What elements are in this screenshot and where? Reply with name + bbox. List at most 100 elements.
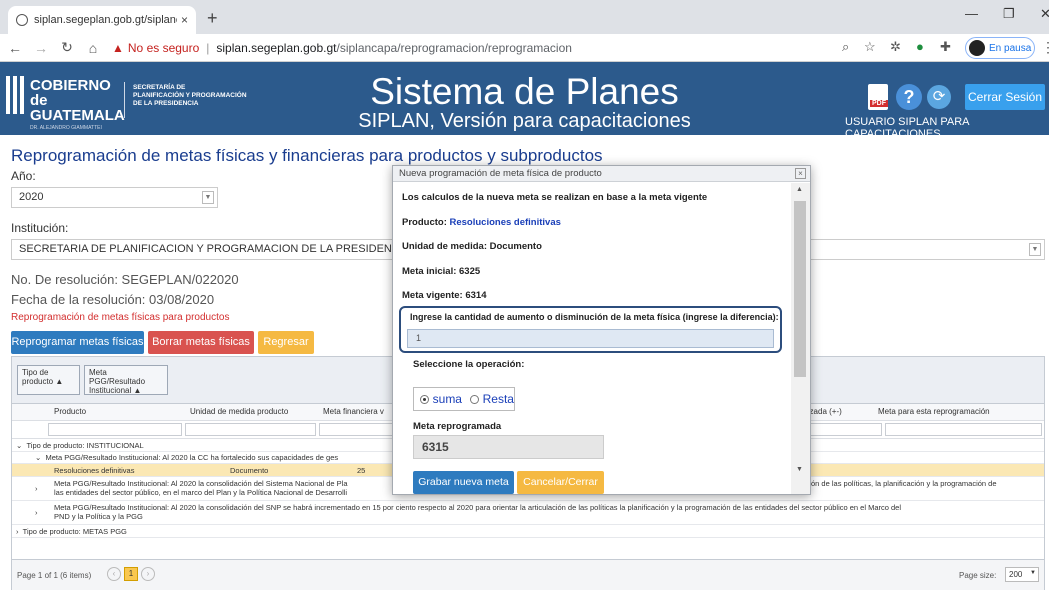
cell-unidad: Documento	[230, 466, 269, 475]
reload-icon[interactable]: ↻	[56, 39, 78, 56]
zoom-icon[interactable]: ⌕	[842, 39, 849, 55]
restore-icon[interactable]: ❐	[1003, 6, 1015, 22]
expand-icon[interactable]: ›	[16, 527, 19, 536]
dialog-title: Nueva programación de meta física de pro…	[399, 168, 602, 179]
scroll-down-icon[interactable]: ▼	[796, 466, 803, 473]
cell-producto: Resoluciones definitivas	[54, 466, 135, 475]
group-chip-tipo[interactable]: Tipo de producto ▲	[17, 365, 80, 395]
window-close-icon[interactable]: ✕	[1040, 6, 1049, 22]
dialog-body: Los calculos de la nueva meta se realiza…	[393, 183, 791, 494]
pdf-icon[interactable]: PDF	[868, 84, 888, 110]
group-row-meta-3[interactable]: › Meta PGG/Resultado Institucional: Al 2…	[12, 501, 1044, 525]
dialog-close-icon[interactable]: ×	[795, 168, 806, 179]
pager-text: Page 1 of 1 (6 items)	[17, 571, 92, 580]
scroll-thumb[interactable]	[794, 201, 806, 377]
browser-toolbar: ← → ↻ ⌂ ▲ No es seguro | siplan.segeplan.…	[0, 34, 1049, 62]
refresh-icon[interactable]: ⟳	[927, 85, 951, 109]
url-text: siplan.segeplan.gob.gt/siplancapa/reprog…	[216, 41, 572, 55]
unit-line: Unidad de medida: Documento	[402, 241, 542, 252]
page-title: Reprogramación de metas físicas y financ…	[11, 146, 603, 165]
col-meta-financiera[interactable]: Meta financiera v	[323, 407, 384, 416]
delete-goals-button[interactable]: Borrar metas físicas	[148, 331, 254, 354]
initial-goal: Meta inicial: 6325	[402, 266, 481, 277]
logout-button[interactable]: Cerrar Sesión	[965, 84, 1045, 110]
group-label: Tipo de producto: METAS PGG	[22, 527, 127, 536]
filter-producto[interactable]	[48, 423, 182, 436]
shield-extension-icon[interactable]: ●	[916, 39, 924, 54]
profile-status: En pausa	[989, 42, 1032, 54]
back-button[interactable]: Regresar	[258, 331, 314, 354]
home-icon[interactable]: ⌂	[82, 40, 104, 56]
next-page-icon[interactable]: ›	[141, 567, 155, 581]
filter-meta-reprogramacion[interactable]	[885, 423, 1042, 436]
resolution-date: Fecha de la resolución: 03/08/2020	[11, 292, 215, 307]
scroll-up-icon[interactable]: ▲	[796, 186, 803, 193]
cancel-close-button[interactable]: Cancelar/Cerrar	[517, 471, 604, 494]
forward-icon[interactable]: →	[30, 40, 52, 56]
radio-resta-label[interactable]: Resta	[483, 392, 514, 406]
page-size-label: Page size:	[959, 571, 997, 580]
reprogram-goals-button[interactable]: Reprogramar metas físicas	[11, 331, 144, 354]
help-icon[interactable]: ?	[896, 84, 922, 110]
calc-note: Los calculos de la nueva meta se realiza…	[402, 192, 708, 203]
url-path: /siplancapa/reprogramacion/reprogramacio…	[336, 41, 572, 55]
new-tab-button[interactable]: +	[207, 8, 218, 29]
new-goal-dialog: Nueva programación de meta física de pro…	[392, 165, 811, 495]
difference-input[interactable]: 1	[407, 329, 774, 348]
difference-input-group: Ingrese la cantidad de aumento o disminu…	[399, 306, 782, 353]
bookmark-star-icon[interactable]: ☆	[864, 39, 876, 55]
col-producto[interactable]: Producto	[54, 407, 86, 416]
group-label: Tipo de producto: INSTITUCIONAL	[26, 441, 144, 450]
security-warning-text: No es seguro	[127, 41, 200, 55]
avatar	[969, 40, 985, 56]
group-label-cont: las entidades del sector público, en el …	[54, 488, 348, 497]
collapse-icon[interactable]: ⌄	[35, 453, 41, 462]
profile-pause-button[interactable]: En pausa	[965, 37, 1035, 59]
filter-realizada[interactable]	[802, 423, 882, 436]
prev-page-icon[interactable]: ‹	[107, 567, 121, 581]
page-size-select[interactable]: 200 ▼	[1005, 567, 1039, 582]
resolution-number: No. De resolución: SEGEPLAN/022020	[11, 272, 239, 287]
save-goal-button[interactable]: Grabar nueva meta	[413, 471, 514, 494]
page-size-value: 200	[1009, 570, 1023, 579]
filter-unidad[interactable]	[185, 423, 316, 436]
col-realizada[interactable]: lizada (+-)	[806, 407, 842, 416]
security-warning[interactable]: ▲ No es seguro	[112, 41, 199, 55]
institution-label: Institución:	[11, 221, 69, 235]
extension-gear-icon[interactable]: ✲	[890, 39, 901, 55]
user-label: USUARIO SIPLAN PARA CAPACITACIONES	[845, 116, 969, 140]
group-chip-meta[interactable]: Meta PGG/Resultado Institucional ▲	[84, 365, 168, 395]
expand-icon[interactable]: ›	[35, 508, 38, 517]
current-page[interactable]: 1	[124, 567, 138, 581]
dialog-scrollbar[interactable]: ▲ ▼	[791, 183, 810, 494]
result-label: Meta reprogramada	[413, 421, 502, 432]
expand-icon[interactable]: ›	[35, 484, 38, 493]
dialog-titlebar: Nueva programación de meta física de pro…	[393, 166, 810, 182]
radio-suma-label[interactable]: suma	[433, 392, 462, 406]
year-value: 2020	[19, 191, 44, 203]
col-meta-reprogramacion[interactable]: Meta para esta reprogramación	[878, 407, 990, 416]
reprogramming-link[interactable]: Reprogramación de metas físicas para pro…	[11, 312, 229, 323]
product-line: Producto: Resoluciones definitivas	[402, 217, 561, 228]
chevron-down-icon: ▼	[202, 191, 214, 204]
radio-suma[interactable]	[420, 394, 429, 404]
warning-icon: ▲	[112, 41, 124, 55]
menu-icon[interactable]: ⋮	[1041, 39, 1049, 56]
collapse-icon[interactable]: ⌄	[16, 441, 22, 450]
site-icon	[16, 14, 28, 26]
product-label: Producto:	[402, 217, 447, 228]
browser-tab[interactable]: siplan.segeplan.gob.gt/siplancapa ×	[8, 6, 196, 34]
minimize-icon[interactable]: —	[965, 6, 978, 21]
sort-up-icon: ▲	[55, 377, 64, 386]
tab-title: siplan.segeplan.gob.gt/siplancapa	[34, 14, 177, 26]
radio-resta[interactable]	[469, 394, 479, 404]
back-icon[interactable]: ←	[4, 40, 26, 56]
col-unidad[interactable]: Unidad de medida producto	[190, 407, 288, 416]
tab-close-icon[interactable]: ×	[181, 13, 188, 27]
chevron-down-icon: ▼	[1030, 570, 1036, 576]
extensions-puzzle-icon[interactable]: ✚	[940, 39, 951, 55]
year-select[interactable]: 2020 ▼	[11, 187, 218, 208]
filter-meta-financiera[interactable]	[319, 423, 399, 436]
sort-up-icon: ▲	[133, 386, 142, 395]
group-row-metas-pgg[interactable]: › Tipo de producto: METAS PGG	[12, 525, 1044, 538]
